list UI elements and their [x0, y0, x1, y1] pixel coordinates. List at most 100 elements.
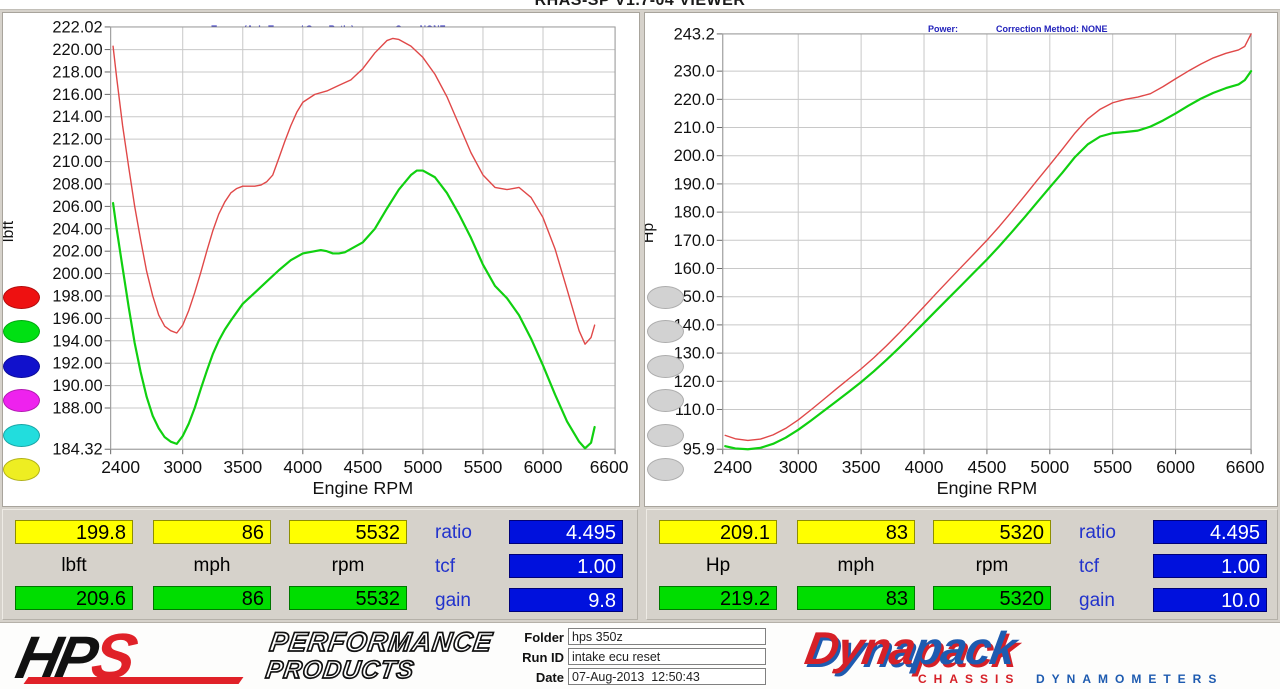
hps-tagline-line2: PRODUCTS: [263, 655, 417, 685]
svg-text:210.00: 210.00: [52, 153, 102, 171]
torque-run2-rpm: 5532: [289, 586, 407, 610]
channel-button-magenta-torque[interactable]: [3, 389, 40, 412]
power-run1-speed: 83: [797, 520, 915, 544]
svg-text:160.0: 160.0: [674, 260, 715, 278]
channel-button-3-power[interactable]: [647, 355, 684, 378]
folder-input[interactable]: [568, 628, 766, 645]
svg-text:4500: 4500: [343, 457, 382, 477]
svg-text:220.00: 220.00: [52, 41, 102, 59]
tcf-label: tcf: [1079, 556, 1100, 577]
channel-button-6-power[interactable]: [647, 458, 684, 481]
torque-chart-panel: Torque (Axle Torque / Gear Ratio):Corr: …: [2, 12, 640, 507]
svg-text:200.0: 200.0: [674, 147, 715, 165]
window-titlebar: RHAS-SP V1.7-04 VIEWER: [0, 0, 1280, 10]
channel-button-blue-torque[interactable]: [3, 355, 40, 378]
svg-text:212.00: 212.00: [52, 131, 102, 149]
svg-text:3500: 3500: [842, 457, 881, 477]
svg-text:6000: 6000: [1156, 457, 1195, 477]
channel-button-cyan-torque[interactable]: [3, 424, 40, 447]
power-run1-rpm: 5320: [933, 520, 1051, 544]
run-id-label: Run ID: [522, 650, 564, 665]
dynapack-dynamometers-text: DYNAMOMETERS: [1036, 672, 1224, 686]
date-input[interactable]: [568, 668, 766, 685]
torque-run1-rpm: 5532: [289, 520, 407, 544]
svg-text:4000: 4000: [905, 457, 944, 477]
hps-tagline: PERFORMANCE PRODUCTS: [263, 626, 495, 685]
run-info-form: Folder Run ID Date: [500, 628, 780, 688]
dynapack-dyna: Dyna: [801, 622, 920, 674]
svg-text:120.0: 120.0: [674, 373, 715, 391]
svg-text:Hp: Hp: [645, 223, 657, 244]
svg-text:206.00: 206.00: [52, 198, 102, 216]
svg-text:218.00: 218.00: [52, 63, 102, 81]
svg-text:5500: 5500: [1093, 457, 1132, 477]
svg-text:95.9: 95.9: [683, 441, 715, 459]
svg-text:196.00: 196.00: [52, 310, 102, 328]
run-id-input[interactable]: [568, 648, 766, 665]
svg-text:214.00: 214.00: [52, 108, 102, 126]
folder-label: Folder: [524, 630, 564, 645]
svg-text:5000: 5000: [404, 457, 443, 477]
channel-button-red-torque[interactable]: [3, 286, 40, 309]
run-id-row: Run ID: [500, 648, 780, 667]
gain-label: gain: [1079, 590, 1115, 611]
channel-button-1-power[interactable]: [647, 286, 684, 309]
svg-text:194.00: 194.00: [52, 332, 102, 350]
power-chart-panel: Power: Correction Method: NONE 243.2 230.0…: [644, 12, 1278, 507]
channel-button-4-power[interactable]: [647, 389, 684, 412]
power-unit-label: Hp: [705, 555, 731, 576]
svg-text:3000: 3000: [163, 457, 202, 477]
torque-chart-plot[interactable]: 222.02 220.00 218.00 216.00 214.00 212.00 210.…: [3, 13, 639, 506]
tcf-label: tcf: [435, 556, 456, 577]
svg-text:6600: 6600: [1226, 457, 1265, 477]
hps-tagline-line1: PERFORMANCE: [267, 626, 495, 658]
svg-text:3500: 3500: [223, 457, 262, 477]
torque-run2-value: 209.6: [15, 586, 133, 610]
svg-text:6000: 6000: [524, 457, 563, 477]
power-gain-value: 10.0: [1153, 588, 1267, 612]
svg-text:Engine RPM: Engine RPM: [313, 478, 414, 498]
channel-button-2-power[interactable]: [647, 320, 684, 343]
power-run2-value: 219.2: [659, 586, 777, 610]
power-chart-plot[interactable]: 243.2 230.0 220.0 210.0 200.0 190.0 180.0 170.0…: [645, 13, 1277, 506]
svg-text:6600: 6600: [590, 457, 629, 477]
svg-text:202.00: 202.00: [52, 243, 102, 261]
gain-label: gain: [435, 590, 471, 611]
torque-ratio-value: 4.495: [509, 520, 623, 544]
channel-button-yellow-torque[interactable]: [3, 458, 40, 481]
svg-text:190.0: 190.0: [674, 175, 715, 193]
svg-text:243.2: 243.2: [674, 25, 715, 43]
svg-text:200.00: 200.00: [52, 265, 102, 283]
window-title: RHAS-SP V1.7-04 VIEWER: [534, 0, 746, 9]
svg-text:220.0: 220.0: [674, 91, 715, 109]
svg-text:180.0: 180.0: [674, 204, 715, 222]
hps-swoosh-underline: [23, 677, 244, 684]
torque-readout-panel: 199.8 86 5532 lbft mph rpm 209.6 86 5532…: [2, 509, 638, 620]
folder-row: Folder: [500, 628, 780, 647]
svg-text:204.00: 204.00: [52, 220, 102, 238]
svg-text:208.00: 208.00: [52, 175, 102, 193]
power-run2-rpm: 5320: [933, 586, 1051, 610]
svg-text:Engine RPM: Engine RPM: [937, 478, 1038, 498]
ratio-label: ratio: [435, 522, 472, 543]
torque-unit-label: lbft: [61, 555, 87, 576]
dynapack-logo-text: Dynapack: [801, 621, 1020, 675]
torque-gain-value: 9.8: [509, 588, 623, 612]
svg-text:4000: 4000: [283, 457, 322, 477]
svg-text:2400: 2400: [713, 457, 752, 477]
power-run2-speed: 83: [797, 586, 915, 610]
svg-text:5500: 5500: [464, 457, 503, 477]
svg-text:210.0: 210.0: [674, 119, 715, 137]
dynapack-chassis-text: CHASSIS: [918, 672, 1021, 686]
ratio-label: ratio: [1079, 522, 1116, 543]
svg-text:230.0: 230.0: [674, 63, 715, 81]
speed-unit-label: mph: [837, 555, 875, 576]
channel-button-5-power[interactable]: [647, 424, 684, 447]
rpm-unit-label: rpm: [975, 555, 1009, 576]
svg-text:lbft: lbft: [3, 220, 17, 242]
svg-text:4500: 4500: [968, 457, 1007, 477]
channel-button-green-torque[interactable]: [3, 320, 40, 343]
svg-text:2400: 2400: [101, 457, 140, 477]
svg-text:192.00: 192.00: [52, 355, 102, 373]
svg-text:222.02: 222.02: [52, 18, 102, 36]
